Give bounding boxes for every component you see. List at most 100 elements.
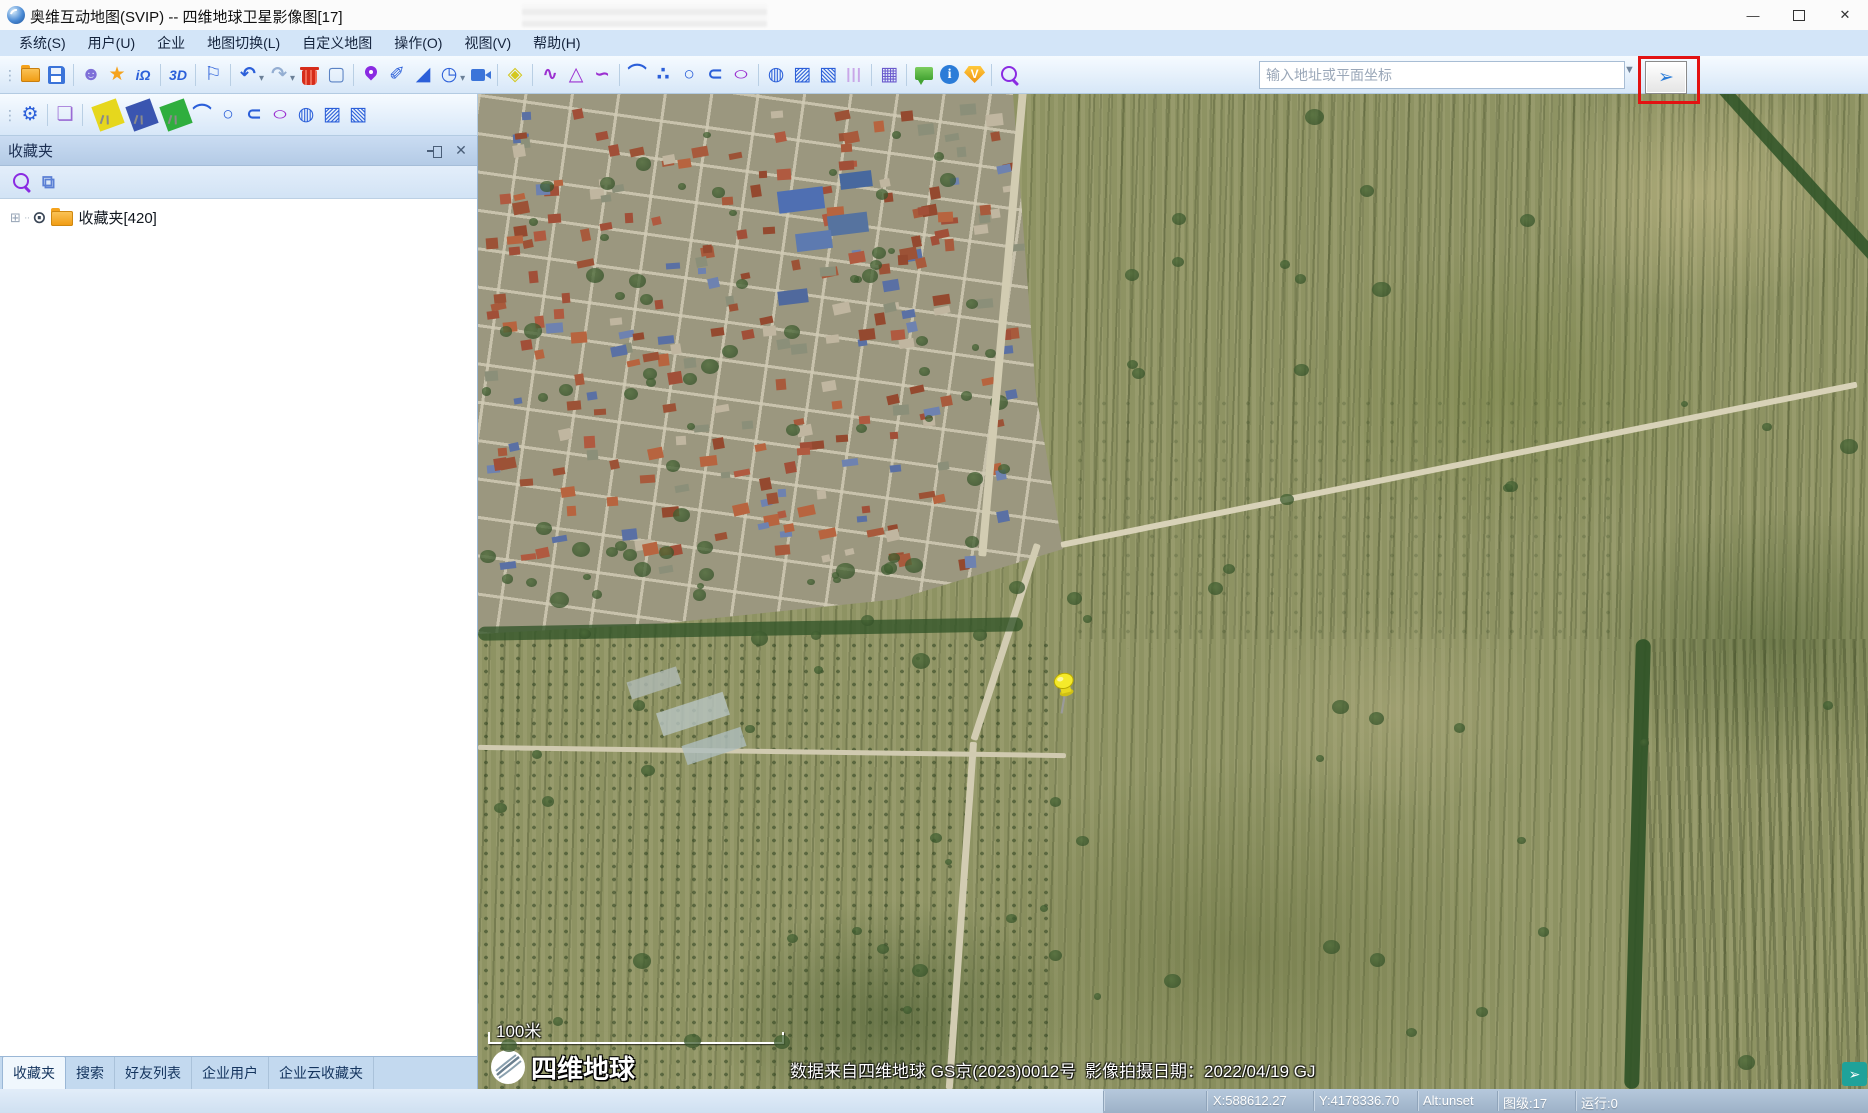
go-arrow-icon: ➢ (1658, 66, 1674, 89)
settings-gear-icon[interactable]: ⚙ (17, 102, 43, 128)
table-icon[interactable]: ▦ (876, 62, 902, 88)
menu-item-7[interactable]: 帮助(H) (522, 30, 591, 56)
compass-icon[interactable]: ◷ (436, 62, 462, 88)
fill-circle-icon[interactable]: ◍ (763, 62, 789, 88)
pushpin-blue-icon[interactable] (125, 102, 151, 128)
fill-polygon-icon[interactable]: ▧ (815, 62, 841, 88)
tree-row-root[interactable]: ⊞ ·· ⊙ 收藏夹[420] (0, 199, 477, 228)
building (762, 227, 774, 235)
map-viewport[interactable]: 100米 四维地球 数据来自四维地球 GS京(2023)0012号 影像拍摄日期… (478, 94, 1868, 1089)
address-history-dropdown[interactable]: ▼ (1624, 64, 1635, 76)
maximize-button[interactable] (1776, 0, 1822, 30)
building (832, 301, 850, 315)
menu-item-1[interactable]: 用户(U) (77, 30, 146, 56)
draw-polygon-icon[interactable]: △ (563, 62, 589, 88)
tree (1295, 274, 1307, 284)
close-button[interactable]: ✕ (1822, 0, 1868, 30)
tree (916, 336, 928, 346)
multipoint-icon[interactable]: ∴ (650, 62, 676, 88)
fill-rect-icon[interactable]: ▨ (789, 62, 815, 88)
kite-icon[interactable]: ◈ (502, 62, 528, 88)
save-icon[interactable] (43, 62, 69, 88)
toolbar-separator (906, 64, 907, 86)
users-icon[interactable]: ☻ (78, 62, 104, 88)
panel-close-icon[interactable]: ✕ (453, 142, 469, 159)
import-icon[interactable] (17, 62, 43, 88)
arc-chord-icon[interactable]: ⌒ (189, 102, 215, 128)
delete-icon[interactable] (297, 62, 323, 88)
go-button[interactable]: ➢ (1645, 61, 1687, 94)
address-search-icon[interactable] (996, 62, 1022, 88)
panel-tab-favorites[interactable]: 收藏夹 (2, 1056, 66, 1089)
arc-chord-icon[interactable]: ⌒ (624, 62, 650, 88)
draw-ellipse-icon[interactable]: ○ (261, 102, 300, 128)
fill-polygon-icon[interactable]: ▧ (345, 102, 371, 128)
panel-search-icon[interactable] (8, 169, 34, 195)
compass-dropdown-caret[interactable]: ▾ (460, 73, 465, 84)
view-3d-icon[interactable]: 3D (165, 62, 191, 88)
menu-item-4[interactable]: 自定义地图 (291, 30, 383, 56)
tree (684, 1034, 701, 1048)
panel-tab-search[interactable]: 搜索 (66, 1057, 115, 1089)
building (791, 259, 801, 270)
undo-icon[interactable]: ↶ (235, 62, 261, 88)
draw-polyline-icon[interactable]: ∿ (537, 62, 563, 88)
field-stripes-overlay (1078, 94, 1868, 639)
tree (1067, 592, 1082, 605)
minimize-button[interactable]: — (1730, 0, 1776, 30)
building (599, 222, 612, 231)
fill-rect-icon[interactable]: ▨ (319, 102, 345, 128)
message-icon[interactable] (911, 62, 937, 88)
tree-expander-icon[interactable]: ⊞ (10, 210, 21, 226)
pushpin-yellow-icon[interactable] (91, 102, 117, 128)
panel-tab-friends[interactable]: 好友列表 (115, 1057, 192, 1089)
menu-item-0[interactable]: 系统(S) (8, 30, 77, 56)
redo-icon[interactable]: ↷ (266, 62, 292, 88)
map-marker-pushpin[interactable] (1050, 672, 1078, 716)
bars-icon[interactable]: ||| (841, 62, 867, 88)
info-icon[interactable]: i (940, 65, 959, 84)
panel-tab-enterprise-users[interactable]: 企业用户 (192, 1057, 269, 1089)
draw-circle-icon[interactable]: ○ (676, 62, 702, 88)
address-search-input[interactable] (1259, 61, 1625, 89)
tree (583, 574, 591, 580)
camera-icon[interactable] (467, 62, 493, 88)
building (487, 310, 500, 319)
tree (1476, 1007, 1487, 1017)
building (885, 529, 900, 542)
fullscreen-corner-button[interactable]: ➢ (1842, 1062, 1867, 1086)
building (811, 440, 824, 449)
tree (634, 562, 651, 576)
tree (1094, 993, 1102, 1000)
route-flag-icon[interactable]: ⚐ (200, 62, 226, 88)
panel-header: 收藏夹 ✕ (0, 136, 477, 166)
select-rect-icon[interactable]: ▢ (323, 62, 349, 88)
visibility-eye-icon[interactable]: ⊙ (32, 208, 46, 228)
pushpin-green-icon[interactable] (159, 102, 185, 128)
undo-dropdown-caret[interactable]: ▾ (259, 73, 264, 84)
panel-autohide-pin-icon[interactable] (427, 145, 443, 157)
menu-item-5[interactable]: 操作(O) (383, 30, 453, 56)
draw-circle-icon[interactable]: ○ (215, 102, 241, 128)
find-id-icon[interactable]: iΩ (130, 62, 156, 88)
draw-curve-icon[interactable]: ∽ (589, 62, 615, 88)
menu-item-6[interactable]: 视图(V) (453, 30, 522, 56)
building (784, 462, 797, 475)
batch-copy-icon[interactable]: ⧉ (42, 172, 55, 193)
measure-distance-icon[interactable]: ✐ (384, 62, 410, 88)
measure-area-icon[interactable]: ◢ (410, 62, 436, 88)
menu-item-2[interactable]: 企业 (146, 30, 196, 56)
building (777, 169, 791, 180)
building (535, 547, 550, 559)
building (771, 111, 784, 119)
menu-item-3[interactable]: 地图切换(L) (196, 30, 291, 56)
vip-icon[interactable]: V (964, 66, 985, 83)
building (901, 309, 915, 319)
favorites-star-icon[interactable]: ★ (104, 62, 130, 88)
pushpin-green-icon (159, 98, 192, 131)
position-pin-icon[interactable] (358, 62, 384, 88)
redo-dropdown-caret[interactable]: ▾ (290, 73, 295, 84)
panel-tab-enterprise-cloud[interactable]: 企业云收藏夹 (269, 1057, 374, 1089)
new-page-icon[interactable]: ❏ (52, 102, 78, 128)
draw-ellipse-icon[interactable]: ○ (722, 62, 761, 88)
